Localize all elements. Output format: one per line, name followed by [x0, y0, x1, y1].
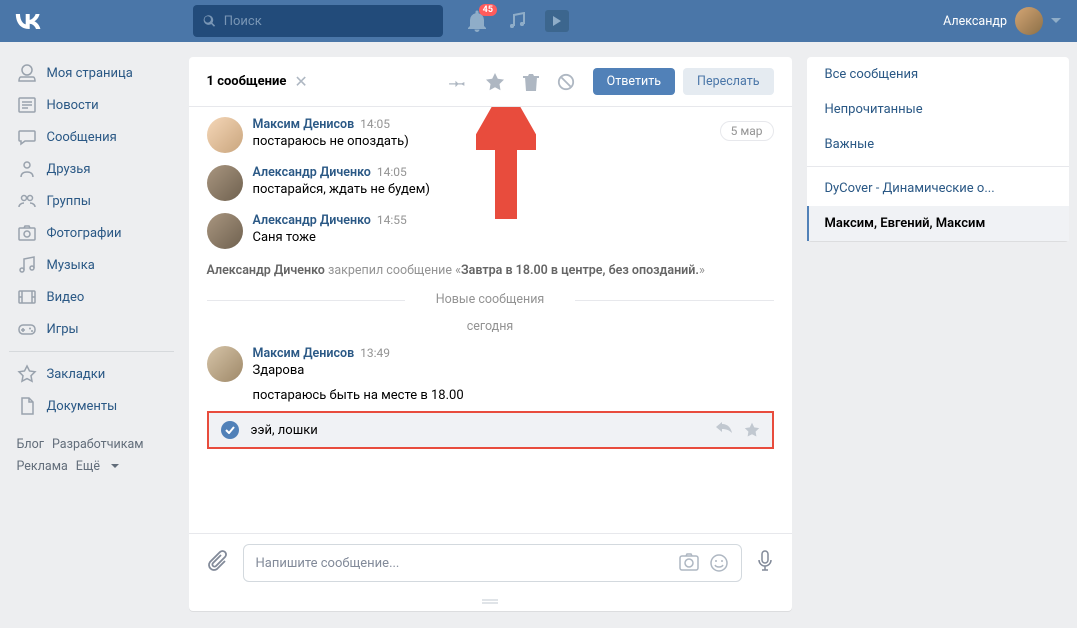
filters-panel: Все сообщения Непрочитанные Важные DyCov…: [807, 57, 1069, 241]
messages-panel: 1 сообщение ✕ Ответить Переслать 5 мар: [189, 57, 792, 611]
footer-links: Блог Разработчикам Реклама Ещё: [9, 434, 174, 478]
messages-toolbar: 1 сообщение ✕ Ответить Переслать: [189, 57, 792, 107]
pin-icon[interactable]: [449, 73, 467, 91]
nav-games[interactable]: Игры: [9, 313, 174, 345]
message-input[interactable]: [256, 556, 679, 571]
filter-separator: [807, 166, 1069, 167]
filter-chat-active[interactable]: Максим, Евгений, Максим: [807, 206, 1069, 241]
avatar[interactable]: [207, 213, 243, 249]
check-icon[interactable]: [221, 421, 239, 439]
star-icon[interactable]: [485, 72, 505, 92]
nav-video[interactable]: Видео: [9, 281, 174, 313]
search-input[interactable]: [224, 14, 433, 29]
avatar[interactable]: [207, 165, 243, 201]
nav-messages[interactable]: Сообщения: [9, 121, 174, 153]
selected-count: 1 сообщение: [207, 74, 287, 89]
filter-important[interactable]: Важные: [807, 127, 1069, 162]
message-input-box[interactable]: [243, 544, 742, 582]
filter-all[interactable]: Все сообщения: [807, 57, 1069, 92]
message-row[interactable]: Максим Денисов 13:49 Здарова: [207, 340, 774, 388]
music-icon[interactable]: [503, 7, 531, 35]
msg-text: постараюсь быть на месте в 18.00: [253, 388, 774, 403]
emoji-icon[interactable]: [709, 553, 729, 573]
notifications-badge: 45: [479, 4, 497, 16]
footer-dev[interactable]: Разработчикам: [52, 437, 144, 452]
mic-icon[interactable]: [756, 550, 774, 576]
search-icon: [203, 14, 216, 28]
filter-chat[interactable]: DyCover - Динамические о...: [807, 171, 1069, 206]
msg-author[interactable]: Максим Денисов: [253, 346, 355, 361]
nav-news[interactable]: Новости: [9, 89, 174, 121]
user-name: Александр: [943, 14, 1007, 29]
resize-handle[interactable]: [189, 592, 792, 611]
nav-my-page[interactable]: Моя страница: [9, 57, 174, 89]
user-avatar: [1015, 7, 1043, 35]
search-box[interactable]: [193, 5, 443, 37]
star-icon[interactable]: [744, 422, 760, 438]
close-selection[interactable]: ✕: [294, 72, 307, 91]
msg-author[interactable]: Максим Денисов: [253, 117, 355, 132]
forward-button[interactable]: Переслать: [683, 68, 773, 95]
trash-icon[interactable]: [523, 73, 539, 91]
avatar[interactable]: [207, 346, 243, 382]
input-bar: [189, 533, 792, 592]
user-area[interactable]: Александр: [935, 7, 1069, 35]
date-label: сегодня: [207, 313, 774, 340]
message-row[interactable]: Александр Диченко 14:05 постарайся, ждать…: [207, 159, 774, 207]
nav-music[interactable]: Музыка: [9, 249, 174, 281]
msg-time: 13:49: [360, 346, 390, 360]
avatar[interactable]: [207, 117, 243, 153]
msg-text: Саня тоже: [253, 230, 774, 245]
sidebar: Моя страница Новости Сообщения Друзья Гр…: [9, 57, 174, 611]
nav-friends[interactable]: Друзья: [9, 153, 174, 185]
notifications-icon[interactable]: 45: [463, 7, 491, 35]
msg-text: постарайся, ждать не будем): [253, 182, 774, 197]
vk-logo[interactable]: [8, 0, 48, 42]
nav-documents[interactable]: Документы: [9, 390, 174, 422]
message-continuation[interactable]: постараюсь быть на месте в 18.00: [207, 388, 774, 403]
reply-icon[interactable]: [716, 422, 732, 436]
selected-message[interactable]: ээй, лошки: [207, 411, 774, 449]
nav-groups[interactable]: Группы: [9, 185, 174, 217]
spam-icon[interactable]: [557, 73, 575, 91]
nav-bookmarks[interactable]: Закладки: [9, 358, 174, 390]
play-icon[interactable]: [543, 7, 571, 35]
reply-button[interactable]: Ответить: [593, 68, 675, 95]
footer-ads[interactable]: Реклама: [17, 459, 68, 474]
attach-icon[interactable]: [207, 550, 229, 576]
footer-blog[interactable]: Блог: [17, 437, 44, 452]
msg-text: постараюсь не опоздать): [253, 134, 774, 149]
msg-text: Здарова: [253, 363, 774, 378]
nav-separator: [9, 351, 174, 352]
filter-unread[interactable]: Непрочитанные: [807, 92, 1069, 127]
new-messages-divider: Новые сообщения: [207, 286, 774, 313]
camera-icon[interactable]: [679, 553, 699, 571]
msg-author[interactable]: Александр Диченко: [253, 165, 371, 180]
msg-time: 14:55: [377, 213, 407, 227]
footer-more[interactable]: Ещё: [76, 459, 119, 474]
msg-author[interactable]: Александр Диченко: [253, 213, 371, 228]
message-row[interactable]: Александр Диченко 14:55 Саня тоже: [207, 207, 774, 255]
messages-body: 5 мар Максим Денисов14:05 постараюсь не …: [189, 107, 792, 533]
nav-photos[interactable]: Фотографии: [9, 217, 174, 249]
msg-time: 14:05: [377, 165, 407, 179]
header: 45 Александр: [0, 0, 1077, 42]
pinned-info: Александр Диченко закрепил сообщение «За…: [207, 255, 774, 286]
chevron-down-icon: [1051, 18, 1061, 24]
message-row[interactable]: Максим Денисов 14:05 постараюсь не опозда…: [207, 111, 774, 159]
header-icons: 45: [463, 7, 571, 35]
selected-text: ээй, лошки: [251, 423, 318, 438]
msg-time: 14:05: [360, 117, 390, 131]
